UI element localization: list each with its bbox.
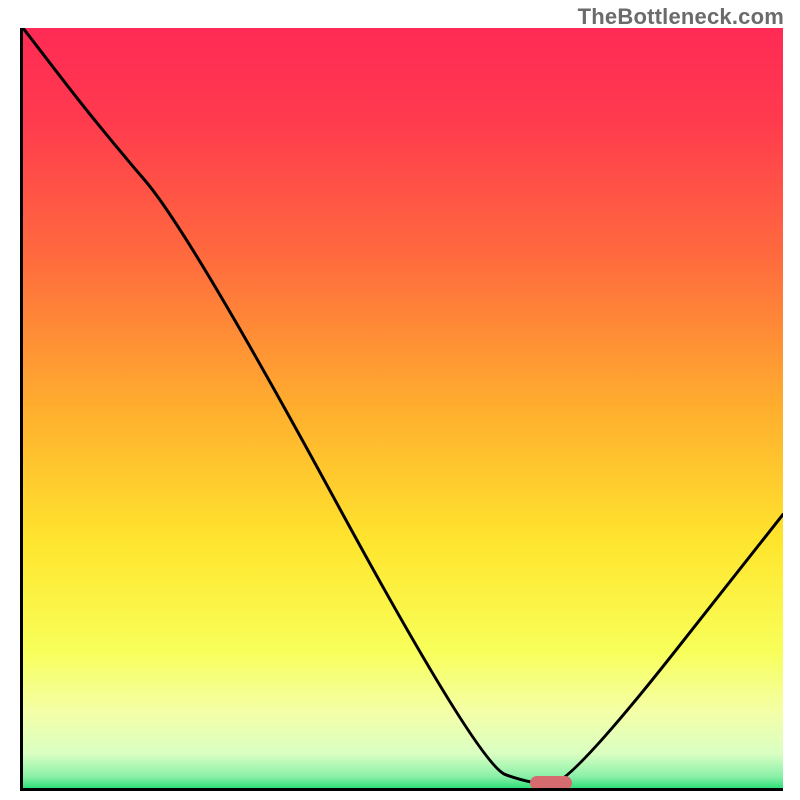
watermark-text: TheBottleneck.com bbox=[578, 4, 784, 30]
bottleneck-curve bbox=[23, 28, 783, 788]
plot-area bbox=[20, 28, 783, 791]
optimal-marker bbox=[530, 776, 572, 790]
chart-frame: TheBottleneck.com bbox=[0, 0, 800, 800]
